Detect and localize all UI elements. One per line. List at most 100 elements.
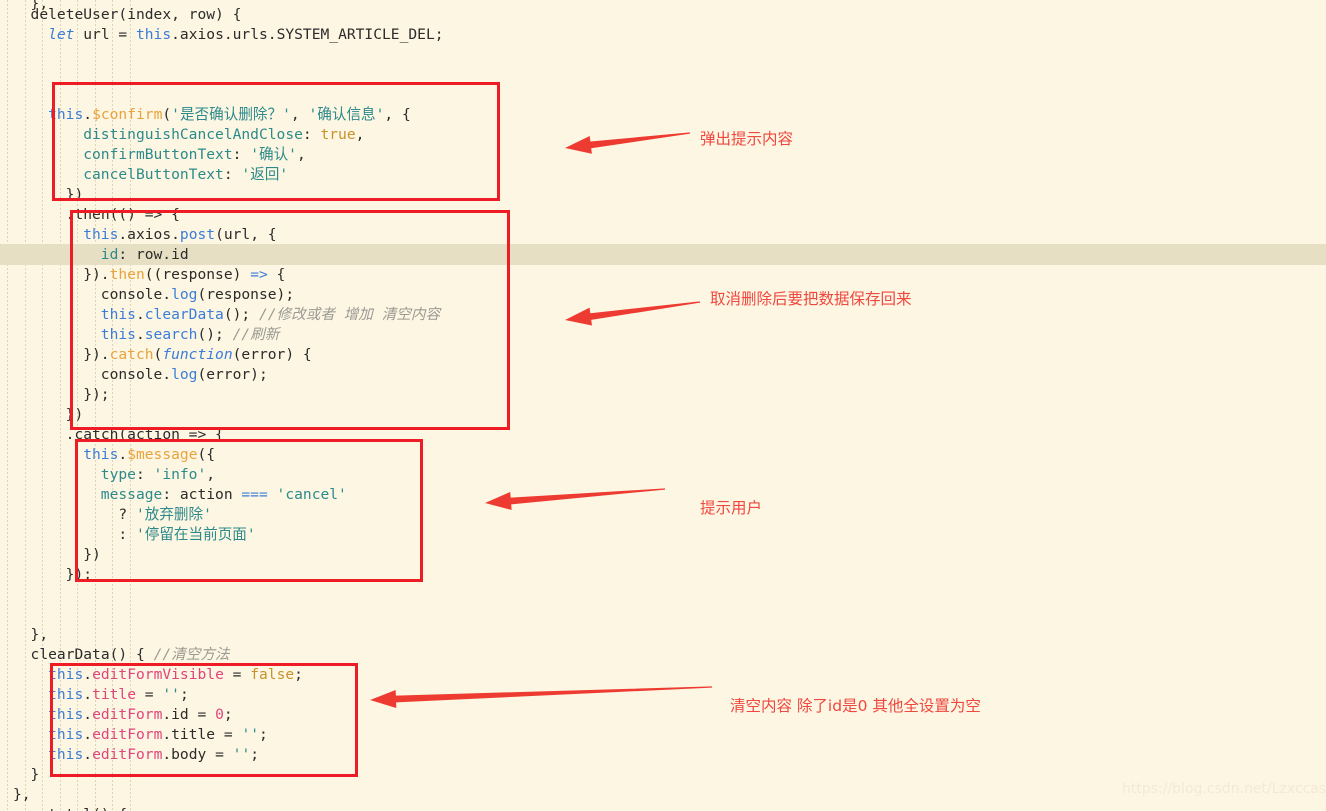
code-line[interactable]: this.axios.post(url, { — [0, 225, 276, 245]
code-line[interactable]: }); — [0, 385, 110, 405]
code-token: id — [100, 246, 119, 263]
code-token: . — [83, 746, 93, 763]
code-token: this — [83, 226, 119, 243]
code-token: } — [30, 766, 40, 783]
code-token: confirmButtonText — [83, 146, 233, 163]
code-line[interactable]: }) — [0, 545, 101, 565]
code-token: total() { — [48, 806, 127, 811]
code-token: distinguishCancelAndClose — [83, 126, 303, 143]
code-token: ? — [118, 506, 136, 523]
code-editor[interactable]: }, deleteUser(index, row) {let url = this… — [0, 0, 1326, 811]
code-line[interactable]: let url = this.axios.urls.SYSTEM_ARTICLE… — [0, 25, 443, 45]
code-token: let — [48, 26, 84, 43]
code-token: clearData — [144, 306, 224, 323]
code-line[interactable]: this.title = ''; — [0, 685, 189, 705]
annotation-restore-data: 取消删除后要把数据保存回来 — [710, 290, 912, 308]
code-line[interactable]: .then(() => { — [0, 205, 180, 225]
code-line[interactable]: }) — [0, 405, 84, 425]
code-token: editFormVisible — [92, 666, 224, 683]
code-line[interactable]: }) — [0, 185, 84, 205]
code-line[interactable]: ? '放弃删除' — [0, 505, 212, 525]
code-token: then — [109, 266, 145, 283]
code-line[interactable]: this.editForm.id = 0; — [0, 705, 233, 725]
code-token: ((response) — [144, 266, 251, 283]
code-line[interactable]: message: action === 'cancel' — [0, 485, 347, 505]
code-token: . — [83, 706, 93, 723]
code-line[interactable]: this.editFormVisible = false; — [0, 665, 303, 685]
code-token: 'info' — [153, 466, 207, 483]
code-token: '确认' — [250, 146, 297, 163]
code-line[interactable] — [0, 85, 22, 105]
code-line[interactable]: }); — [0, 565, 92, 585]
code-line[interactable]: clearData() { //清空方法 — [0, 645, 230, 665]
code-line[interactable]: this.clearData(); //修改或者 增加 清空内容 — [0, 305, 440, 325]
code-token: , — [290, 106, 309, 123]
code-token: === — [241, 486, 268, 503]
code-token: }, — [13, 786, 31, 803]
code-token: '' — [232, 746, 251, 763]
code-token: //修改或者 增加 清空内容 — [258, 306, 441, 323]
code-line[interactable]: .catch(action => { — [0, 425, 224, 445]
annotation-arrow-icon — [485, 488, 665, 510]
code-token: clearData() { — [30, 646, 154, 663]
code-token: . — [83, 686, 93, 703]
code-line[interactable]: : '停留在当前页面' — [0, 525, 255, 545]
code-line[interactable]: console.log(error); — [0, 365, 268, 385]
code-token: this — [48, 726, 84, 743]
code-token: catch — [109, 346, 154, 363]
code-token: }); — [65, 566, 93, 583]
annotation-arrow-icon — [370, 686, 712, 708]
code-line[interactable]: }, — [0, 785, 31, 805]
code-token: 0 — [215, 706, 224, 723]
code-line[interactable] — [0, 65, 22, 85]
code-line[interactable]: this.search(); //刷新 — [0, 325, 280, 345]
code-line[interactable]: distinguishCancelAndClose: true, — [0, 125, 364, 145]
code-token: .id = — [162, 706, 216, 723]
code-line[interactable]: this.editForm.body = ''; — [0, 745, 259, 765]
code-token: , — [296, 146, 306, 163]
code-line[interactable] — [0, 585, 22, 605]
code-token: }). — [83, 266, 110, 283]
code-token: type — [100, 466, 136, 483]
code-token: . — [135, 326, 145, 343]
code-token: : action — [162, 486, 242, 503]
code-token: editForm — [92, 706, 163, 723]
code-token: '' — [241, 726, 260, 743]
code-line[interactable]: } — [0, 765, 40, 785]
code-line[interactable]: type: 'info', — [0, 465, 215, 485]
code-token: function — [162, 346, 233, 363]
code-line[interactable]: cancelButtonText: '返回' — [0, 165, 288, 185]
code-token: = — [223, 666, 251, 683]
code-token: title — [92, 686, 136, 703]
code-line[interactable]: }).then((response) => { — [0, 265, 285, 285]
code-token: ; — [259, 726, 268, 743]
code-line[interactable]: this.$confirm('是否确认删除？', '确认信息', { — [0, 105, 411, 125]
code-line[interactable]: confirmButtonText: '确认', — [0, 145, 306, 165]
code-token: . — [83, 106, 93, 123]
code-line[interactable]: }, — [0, 625, 49, 645]
code-token: }); — [83, 386, 110, 403]
code-token: (); — [223, 306, 259, 323]
code-line[interactable]: this.$message({ — [0, 445, 215, 465]
code-token: .axios. — [118, 226, 180, 243]
code-token: url = — [83, 26, 136, 43]
code-token: ; — [250, 746, 260, 763]
code-token: $message — [127, 446, 198, 463]
code-token: . — [118, 446, 128, 463]
code-line[interactable]: deleteUser(index, row) { — [0, 5, 242, 25]
code-line[interactable] — [0, 45, 22, 65]
code-token: ; — [179, 686, 189, 703]
annotation-arrow-icon — [565, 301, 701, 326]
code-token: cancelButtonText — [83, 166, 224, 183]
code-line[interactable]: }).catch(function(error) { — [0, 345, 311, 365]
code-token: . — [135, 306, 145, 323]
code-line[interactable]: total() { — [0, 805, 127, 811]
code-line[interactable]: id: row.id — [0, 245, 189, 265]
code-line[interactable]: console.log(response); — [0, 285, 294, 305]
code-line[interactable]: this.editForm.title = ''; — [0, 725, 268, 745]
code-token: : — [232, 146, 251, 163]
code-token: search — [144, 326, 198, 343]
code-line[interactable] — [0, 605, 22, 625]
code-token: this — [48, 666, 84, 683]
code-token: = — [136, 686, 163, 703]
